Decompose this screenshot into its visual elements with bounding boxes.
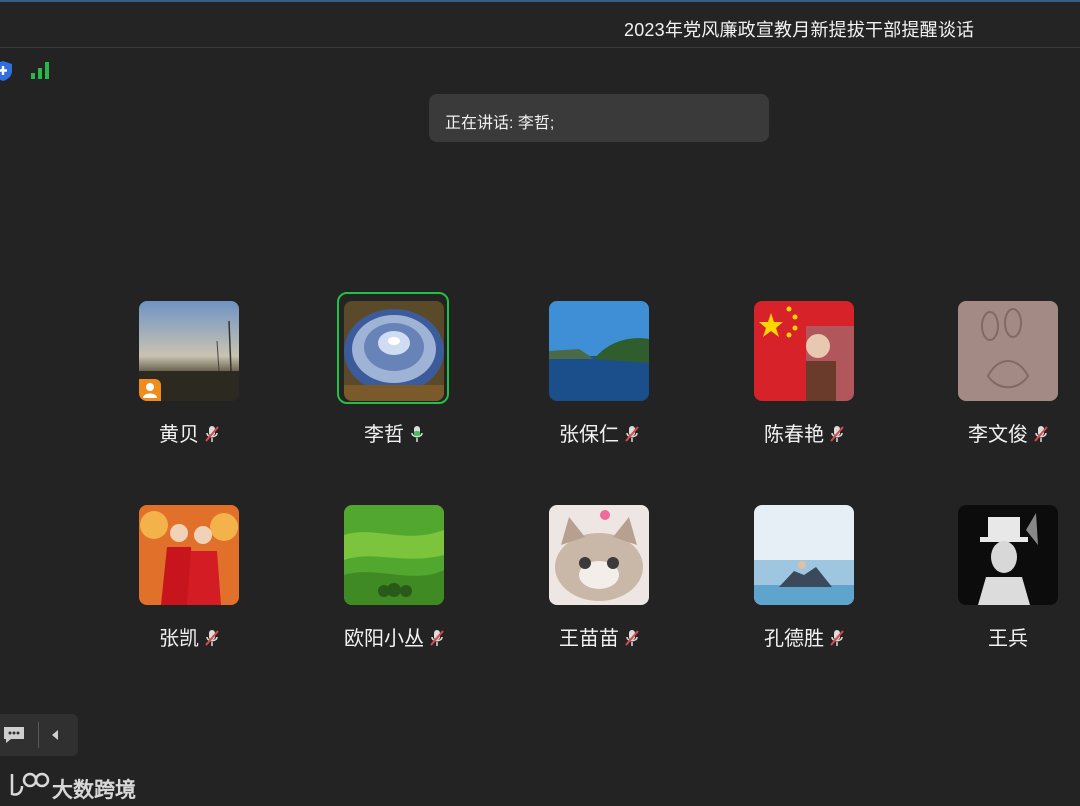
avatar: [549, 505, 649, 605]
participant-tile[interactable]: 张凯: [109, 505, 269, 675]
mic-muted-icon: [830, 630, 844, 646]
mic-muted-icon: [625, 630, 639, 646]
chat-icon[interactable]: [2, 725, 26, 745]
participant-name-row: 张保仁: [519, 418, 679, 447]
participant-tile[interactable]: 李文俊: [920, 301, 1080, 471]
participant-tile[interactable]: 王苗苗: [519, 505, 679, 675]
avatar: [344, 505, 444, 605]
active-speaker-banner: 正在讲话: 李哲;: [429, 94, 769, 142]
avatar: [139, 301, 239, 401]
mic-muted-icon: [205, 630, 219, 646]
participant-name-row: 张凯: [109, 622, 269, 651]
watermark: 大数跨境: [8, 770, 136, 802]
participant-name-row: 李文俊: [928, 418, 1080, 447]
watermark-logo-icon: [10, 772, 50, 796]
title-bar: 2023年党风廉政宣教月新提拔干部提醒谈话: [0, 2, 1080, 48]
participant-name: 王兵: [988, 628, 1028, 650]
signal-strength-icon[interactable]: [31, 61, 51, 79]
mic-on-icon: [411, 426, 423, 442]
participant-name-row: 王兵: [928, 622, 1080, 651]
participant-name: 李哲: [364, 424, 404, 446]
mic-muted-icon: [625, 426, 639, 442]
participant-name-row: 黄贝: [109, 418, 269, 447]
collapse-arrow-icon[interactable]: [49, 728, 61, 742]
avatar: [754, 301, 854, 401]
avatar: [549, 301, 649, 401]
participant-tile[interactable]: 孔德胜: [724, 505, 884, 675]
participant-name-row: 陈春艳: [724, 418, 884, 447]
participant-name: 李文俊: [968, 424, 1028, 446]
mic-muted-icon: [205, 426, 219, 442]
participant-name-row: 王苗苗: [519, 622, 679, 651]
participant-name: 张凯: [159, 628, 199, 650]
participant-tile[interactable]: 黄贝: [109, 301, 269, 471]
toolbar-divider: [38, 722, 39, 748]
avatar: [958, 505, 1058, 605]
participant-name: 孔德胜: [764, 628, 824, 650]
meeting-title: 2023年党风廉政宣教月新提拔干部提醒谈话: [624, 20, 975, 40]
mic-muted-icon: [830, 426, 844, 442]
participant-tile[interactable]: 欧阳小丛: [314, 505, 474, 675]
participant-name: 王苗苗: [559, 628, 619, 650]
avatar: [958, 301, 1058, 401]
bottom-toolbar: [0, 714, 78, 756]
mic-muted-icon: [430, 630, 444, 646]
participant-tile[interactable]: 王兵: [920, 505, 1080, 675]
host-badge-icon: [139, 379, 161, 401]
participant-name-row: 欧阳小丛: [314, 622, 474, 651]
mic-muted-icon: [1034, 426, 1048, 442]
participant-tile[interactable]: 李哲: [314, 292, 474, 471]
participant-name-row: 孔德胜: [724, 622, 884, 651]
avatar: [754, 505, 854, 605]
participant-name: 陈春艳: [764, 424, 824, 446]
participant-name: 欧阳小丛: [344, 628, 424, 650]
watermark-text: 大数跨境: [52, 779, 136, 802]
active-speaker-text: 正在讲话: 李哲;: [445, 115, 555, 132]
participant-name-row: 李哲: [314, 418, 474, 447]
avatar: [139, 505, 239, 605]
participant-name: 张保仁: [559, 424, 619, 446]
participant-name: 黄贝: [159, 424, 199, 446]
participant-tile[interactable]: 张保仁: [519, 301, 679, 471]
participant-tile[interactable]: 陈春艳: [724, 301, 884, 471]
shield-icon[interactable]: [0, 60, 13, 82]
active-speaker-ring: [337, 292, 449, 404]
